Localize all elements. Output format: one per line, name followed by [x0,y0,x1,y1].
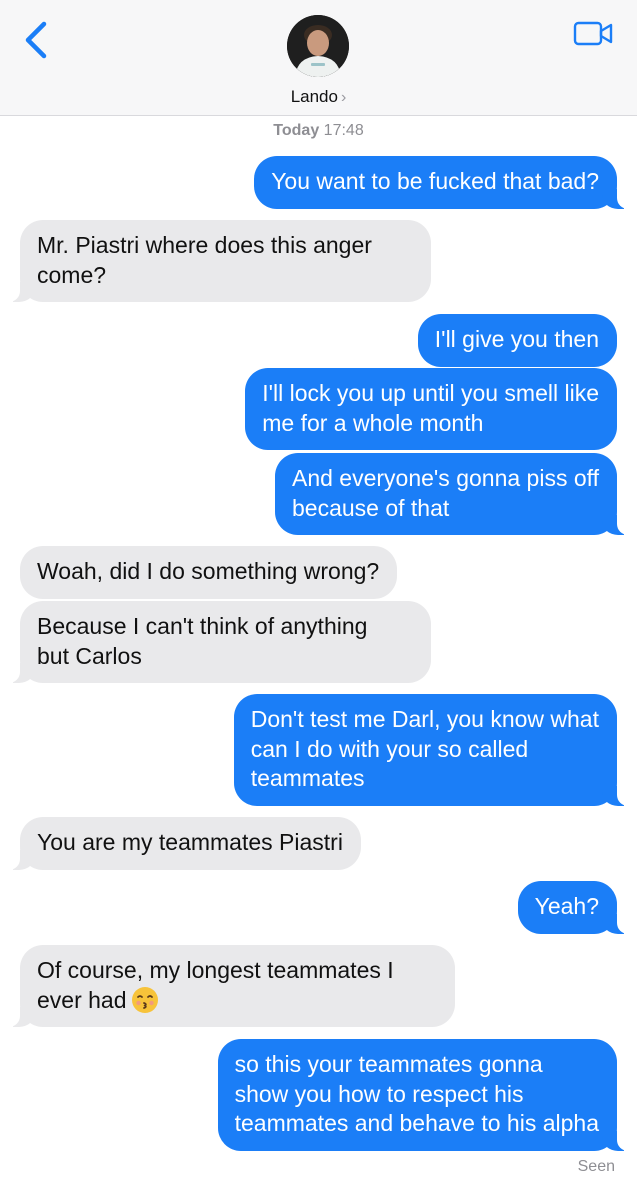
kissing-face-emoji [131,986,158,1013]
avatar[interactable] [287,15,349,77]
message-bubble-sent[interactable]: I'll lock you up until you smell like me… [245,368,617,450]
message-text: Mr. Piastri where does this anger come? [37,232,372,288]
message-bubble-sent[interactable]: And everyone's gonna piss off because of… [274,453,637,535]
message-text: so this your teammates gonna show you ho… [234,1051,599,1136]
message-bubble-received[interactable]: Because I can't think of anything but Ca… [0,601,431,683]
video-call-button[interactable] [573,20,615,48]
contact-photo [287,15,349,77]
chevron-left-icon [25,21,47,59]
chevron-right-icon: › [340,89,347,106]
message-text: And everyone's gonna piss off because of… [291,465,599,521]
message-bubble-sent[interactable]: I'll give you then [417,314,617,367]
message-bubble-sent[interactable]: Don't test me Darl, you know what can I … [233,694,637,806]
message-text: Of course, my longest teammates I ever h… [37,957,394,1013]
message-bubble-received[interactable]: You are my teammates Piastri [0,817,361,870]
message-text: Because I can't think of anything but Ca… [37,613,368,669]
message-bubble-sent[interactable]: so this your teammates gonna show you ho… [217,1039,637,1151]
message-text: You are my teammates Piastri [37,829,343,855]
read-receipt: Seen [577,1158,615,1175]
video-camera-icon [573,21,613,46]
message-text: I'll give you then [434,326,599,352]
message-text: Yeah? [534,893,599,919]
contact-name-button[interactable]: Lando › [0,87,637,107]
message-bubble-received[interactable]: Of course, my longest teammates I ever h… [0,945,455,1027]
message-bubble-sent[interactable]: You want to be fucked that bad? [254,156,637,209]
message-text: You want to be fucked that bad? [271,168,599,194]
timestamp: Today 17:48 [0,122,637,140]
contact-name: Lando [290,87,338,106]
message-bubble-received[interactable]: Woah, did I do something wrong? [20,546,398,599]
conversation-header: Lando › [0,0,637,116]
message-bubble-received[interactable]: Mr. Piastri where does this anger come? [0,220,431,302]
message-text: Woah, did I do something wrong? [37,558,380,584]
message-text: I'll lock you up until you smell like me… [262,380,599,436]
timestamp-time: 17:48 [323,122,364,139]
message-text: Don't test me Darl, you know what can I … [250,706,599,791]
timestamp-day: Today [273,122,320,139]
message-bubble-sent[interactable]: Yeah? [517,881,637,934]
back-button[interactable] [20,20,52,60]
